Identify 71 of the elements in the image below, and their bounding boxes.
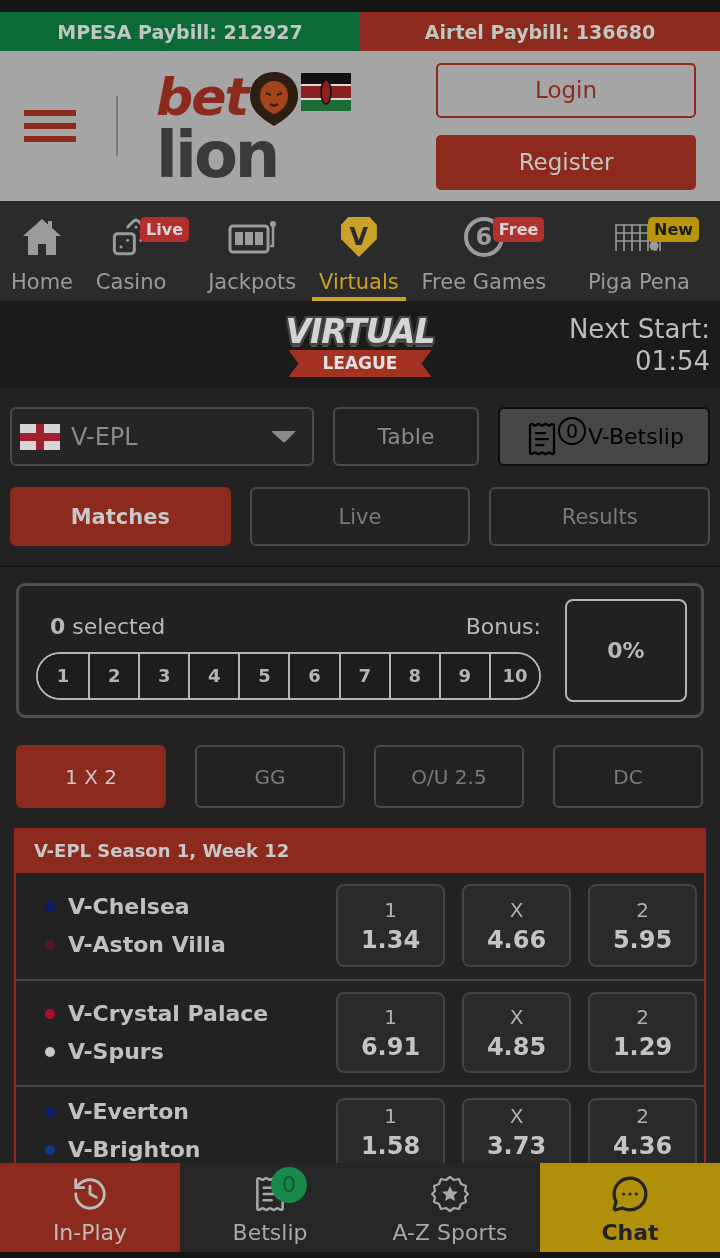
bottom-nav-item[interactable]: A-Z Sports: [360, 1163, 540, 1252]
caret-down-icon: [272, 430, 296, 443]
lion-head-icon: [249, 71, 300, 127]
clock-arrow-icon: [71, 1175, 109, 1213]
home-icon: [22, 218, 62, 256]
pick-count-button[interactable]: 1: [38, 653, 89, 698]
paybill-banner: Airtel Paybill: 136680: [360, 12, 720, 51]
team-name: V-Brighton: [68, 1135, 201, 1163]
market-tab[interactable]: DC: [553, 745, 703, 808]
odds-button[interactable]: 1 1.34: [336, 884, 445, 967]
nav-tab[interactable]: 6 Free Free Games: [414, 201, 573, 301]
market-tab[interactable]: GG: [195, 745, 345, 808]
team-name: V-Aston Villa: [68, 930, 226, 959]
bonus-value: 0%: [565, 599, 687, 702]
bonus-label: Bonus:: [465, 612, 541, 641]
table-button[interactable]: Table: [333, 407, 479, 466]
odds-button[interactable]: X 4.66: [462, 884, 571, 967]
logo-text: bet: [156, 71, 248, 123]
pick-count-button[interactable]: 5: [238, 653, 289, 698]
view-tab[interactable]: Live: [249, 487, 471, 546]
nav-tab[interactable]: Home: [4, 201, 80, 301]
virtual-league-logo-title: VIRTUAL: [285, 312, 435, 352]
slot-machine-icon: [228, 220, 277, 254]
nav-tab[interactable]: New Piga Pena: [581, 201, 716, 301]
next-start-label: Next Start:: [568, 312, 710, 345]
odds-button[interactable]: X 3.73: [462, 1098, 571, 1163]
login-button[interactable]: Login: [436, 62, 696, 118]
shield-icon: V: [340, 217, 377, 257]
team-name: V-Everton: [68, 1097, 189, 1126]
group-header: V-EPL Season 1, Week 12: [14, 828, 706, 873]
pick-count-button[interactable]: 3: [138, 653, 189, 698]
bottom-nav-item[interactable]: In-Play: [0, 1163, 180, 1252]
pick-count-button[interactable]: 7: [338, 653, 389, 698]
pick-count-button[interactable]: 10: [488, 653, 539, 698]
pick-count-button[interactable]: 2: [88, 653, 139, 698]
league-select[interactable]: V-EPL: [10, 407, 314, 466]
team-name: V-Spurs: [68, 1037, 164, 1066]
chat-icon: [611, 1175, 649, 1213]
odds-button[interactable]: 1 1.58: [336, 1098, 445, 1163]
count-badge: 0: [558, 416, 587, 445]
flag-icon: [20, 423, 60, 450]
bottom-nav-item[interactable]: Chat: [540, 1163, 720, 1252]
pick-count-button[interactable]: 9: [438, 653, 489, 698]
odds-button[interactable]: 2 1.29: [588, 992, 697, 1073]
register-button[interactable]: Register: [436, 134, 696, 190]
nav-tab[interactable]: Live Casino: [88, 201, 193, 301]
odds-button[interactable]: 2 4.36: [588, 1098, 697, 1163]
paybill-banner: MPESA Paybill: 212927: [0, 12, 360, 51]
nav-tab[interactable]: Jackpots: [201, 201, 304, 301]
odds-button[interactable]: 2 5.95: [588, 884, 697, 967]
nav-badge: New: [648, 217, 699, 242]
pick-count-button[interactable]: 4: [188, 653, 239, 698]
team-name: V-Crystal Palace: [68, 999, 269, 1028]
team-name: V-Chelsea: [68, 892, 190, 921]
countdown-time: 01:54: [635, 344, 710, 377]
view-tab[interactable]: Results: [489, 487, 710, 546]
odds-button[interactable]: 1 6.91: [336, 992, 445, 1073]
flag-icon: [301, 71, 352, 113]
pick-count-button[interactable]: 6: [288, 653, 339, 698]
market-tab[interactable]: O/U 2.5: [374, 745, 524, 808]
nav-badge: Free: [492, 217, 545, 242]
logo-text: lion: [156, 125, 278, 185]
market-tab[interactable]: 1 X 2: [16, 745, 166, 808]
nav-badge: Live: [140, 217, 190, 242]
view-tab[interactable]: Matches: [10, 487, 231, 546]
star-badge-icon: [431, 1175, 469, 1213]
odds-button[interactable]: X 4.85: [462, 992, 571, 1073]
logo-ribbon: LEAGUE: [288, 350, 432, 377]
menu-icon[interactable]: [24, 110, 76, 142]
selected-count-text: 0 selected: [50, 612, 166, 641]
pick-count-button[interactable]: 8: [388, 653, 439, 698]
